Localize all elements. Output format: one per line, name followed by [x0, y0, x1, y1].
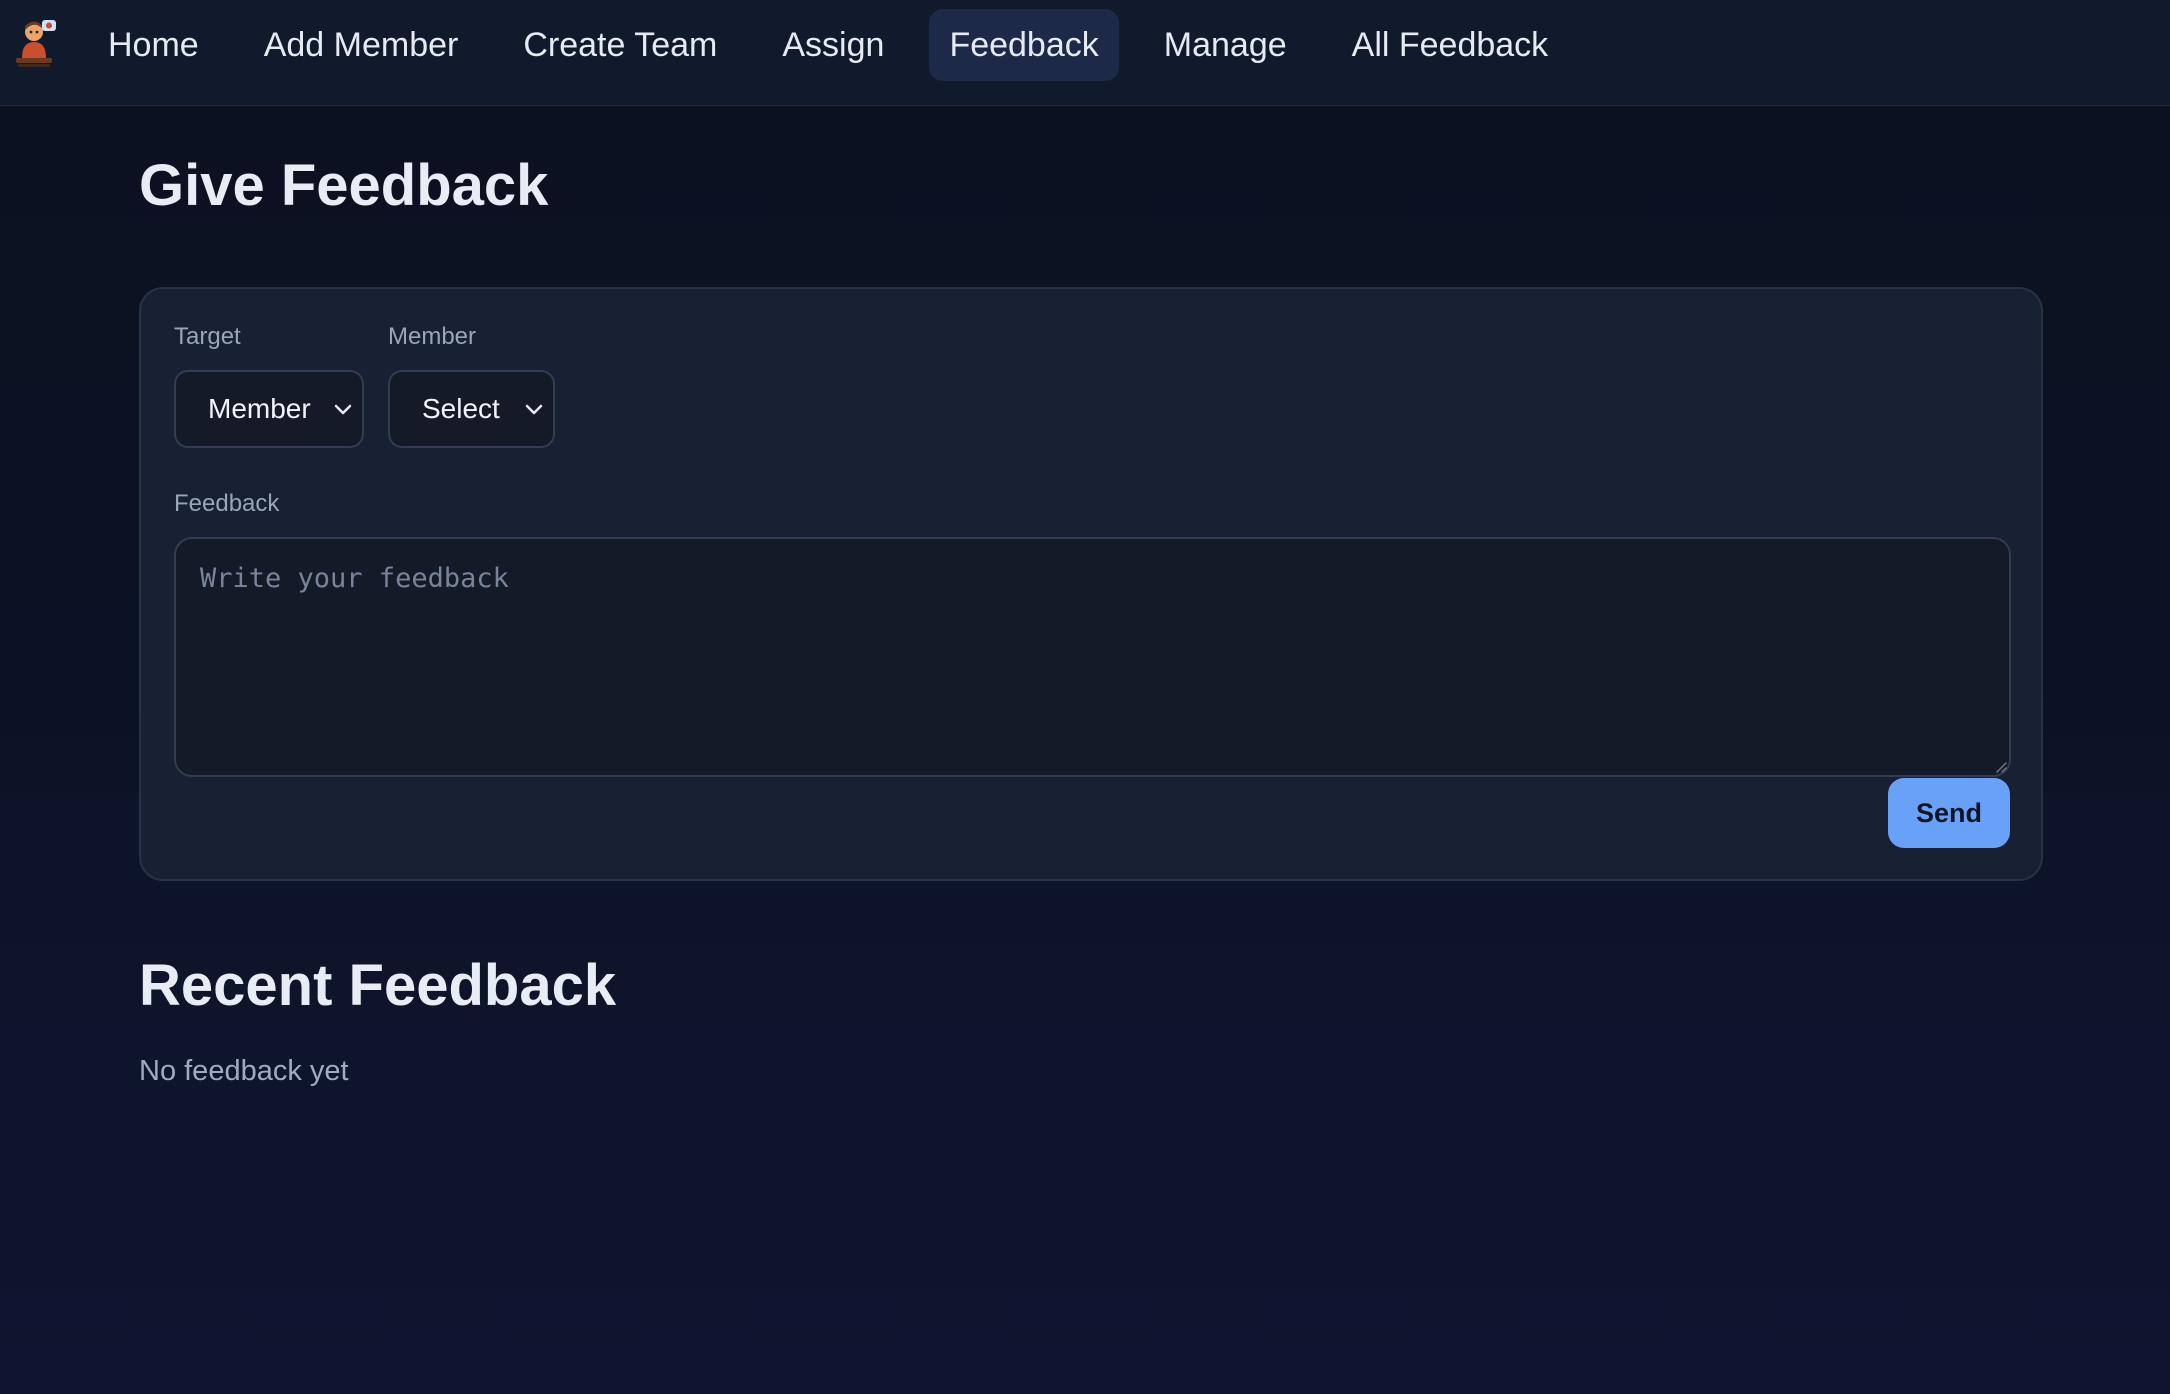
no-feedback-message: No feedback yet	[139, 1055, 349, 1087]
nav-item-assign[interactable]: Assign	[762, 9, 904, 81]
nav-item-home[interactable]: Home	[88, 9, 219, 81]
target-select[interactable]: Member	[174, 370, 364, 448]
member-select[interactable]: Select	[388, 370, 555, 448]
page-title: Give Feedback	[139, 153, 549, 218]
recent-feedback-title: Recent Feedback	[139, 953, 617, 1018]
target-select-value: Member	[208, 393, 311, 424]
chevron-down-icon	[334, 404, 352, 415]
nav-item-feedback[interactable]: Feedback	[929, 9, 1119, 81]
nav-item-all-feedback[interactable]: All Feedback	[1332, 9, 1569, 81]
member-select-value: Select	[422, 393, 500, 424]
nav-item-add-member[interactable]: Add Member	[244, 9, 479, 81]
feedback-form-card: Target Member Member Select Feedback Wri…	[139, 287, 2043, 881]
app-logo-icon[interactable]	[12, 18, 60, 70]
feedback-placeholder: Write your feedback	[200, 563, 509, 594]
chevron-down-icon	[525, 404, 543, 415]
top-navigation-bar: Home Add Member Create Team Assign Feedb…	[0, 0, 2170, 106]
cartoon-avatar-logo-icon	[16, 20, 56, 67]
main-nav: Home Add Member Create Team Assign Feedb…	[88, 9, 1593, 81]
nav-item-create-team[interactable]: Create Team	[503, 9, 737, 81]
target-label: Target	[174, 323, 241, 350]
feedback-label: Feedback	[174, 490, 280, 517]
send-button[interactable]: Send	[1888, 778, 2010, 848]
member-label: Member	[388, 323, 477, 350]
resize-grip-icon[interactable]	[1993, 759, 2007, 773]
feedback-textarea[interactable]: Write your feedback	[174, 537, 2011, 777]
nav-item-manage[interactable]: Manage	[1144, 9, 1307, 81]
